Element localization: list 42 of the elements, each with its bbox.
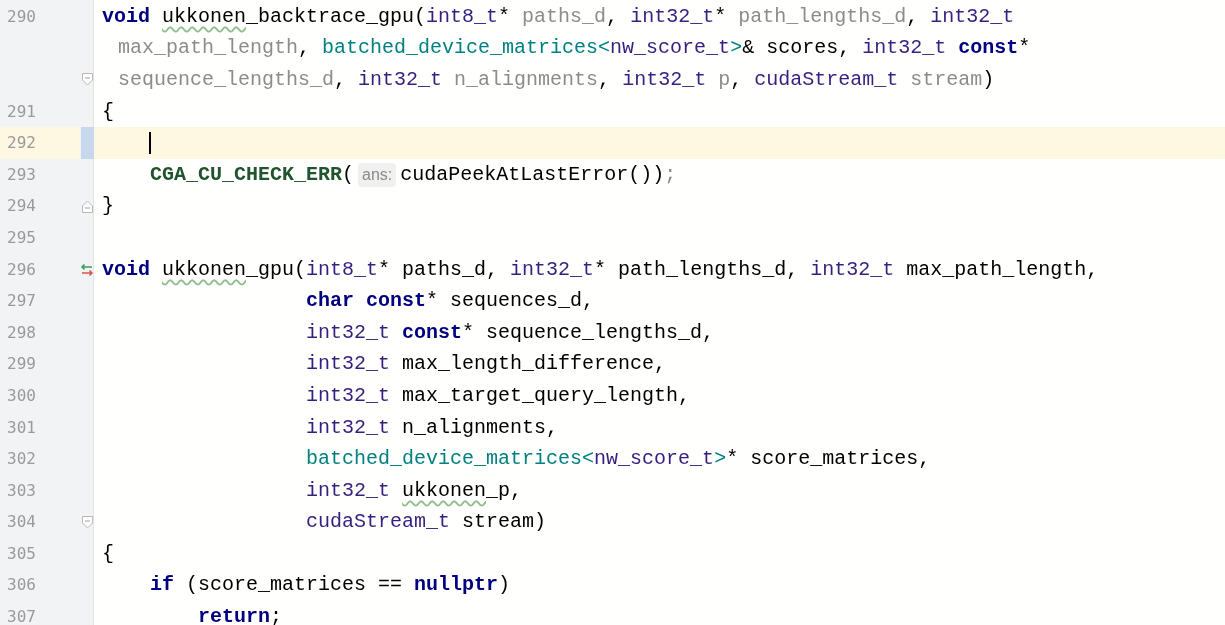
fold-icon[interactable] [81,515,93,529]
override-arrows-icon[interactable] [80,263,94,276]
code-line: int32_t max_target_query_length, [305,382,691,409]
code-line: int32_t ukkonen_p, [305,477,523,504]
line-number: 302 [6,448,37,471]
code-line: sequence_lengths_d, int32_t n_alignments, int32_t p, cudaStream_t stream) [118,67,995,93]
code-line: cudaStream_t stream) [305,509,547,536]
line-number: 299 [6,353,37,376]
code-line: int32_t const* sequence_lengths_d, [305,319,715,346]
code-line: int32_t max_length_difference, [305,351,667,378]
code-line: cudaPeekAtLastError()); [400,161,677,188]
code-line: max_path_length, batched_device_matrices<nw_score_t>& scores, int32_t const* [118,35,1031,62]
code-line: if (score_matrices == nullptr) [149,572,511,599]
line-number: 298 [6,321,37,344]
code-line: CGA_CU_CHECK_ERR( [149,161,355,188]
code-line: { [102,540,114,567]
line-number: 295 [6,226,37,249]
line-number: 296 [6,258,37,281]
code-line: { [102,98,114,125]
code-line: char const* sequences_d, [305,288,595,315]
parameter-hint: ans: [358,162,397,187]
fold-icon[interactable] [81,73,93,87]
code-line: batched_device_matrices<nw_score_t>* score_matrices, [305,446,931,473]
code-line: } [102,193,114,220]
code-line: void ukkonen_gpu(int8_t* paths_d, int32_t* path_lengths_d, int32_t max_path_length, [102,256,1099,283]
line-number: 303 [6,479,37,502]
code-line: return; [197,604,283,625]
line-number: 300 [6,384,37,407]
fold-icon[interactable] [81,199,93,213]
line-number: 306 [6,574,37,597]
line-number: 297 [6,290,37,313]
line-number: 290 [6,5,37,28]
line-number: 292 [0,127,80,159]
line-number: 294 [6,195,37,218]
line-number: 304 [6,511,37,534]
line-number: 305 [6,542,37,565]
line-number: 291 [6,100,37,123]
code-line: int32_t n_alignments, [305,414,559,441]
line-number: 293 [6,163,37,186]
line-number: 307 [6,606,37,625]
code-line: void ukkonen_backtrace_gpu(int8_t* paths_d, int32_t* path_lengths_d, int32_t [102,3,1015,30]
line-number: 301 [6,416,37,439]
